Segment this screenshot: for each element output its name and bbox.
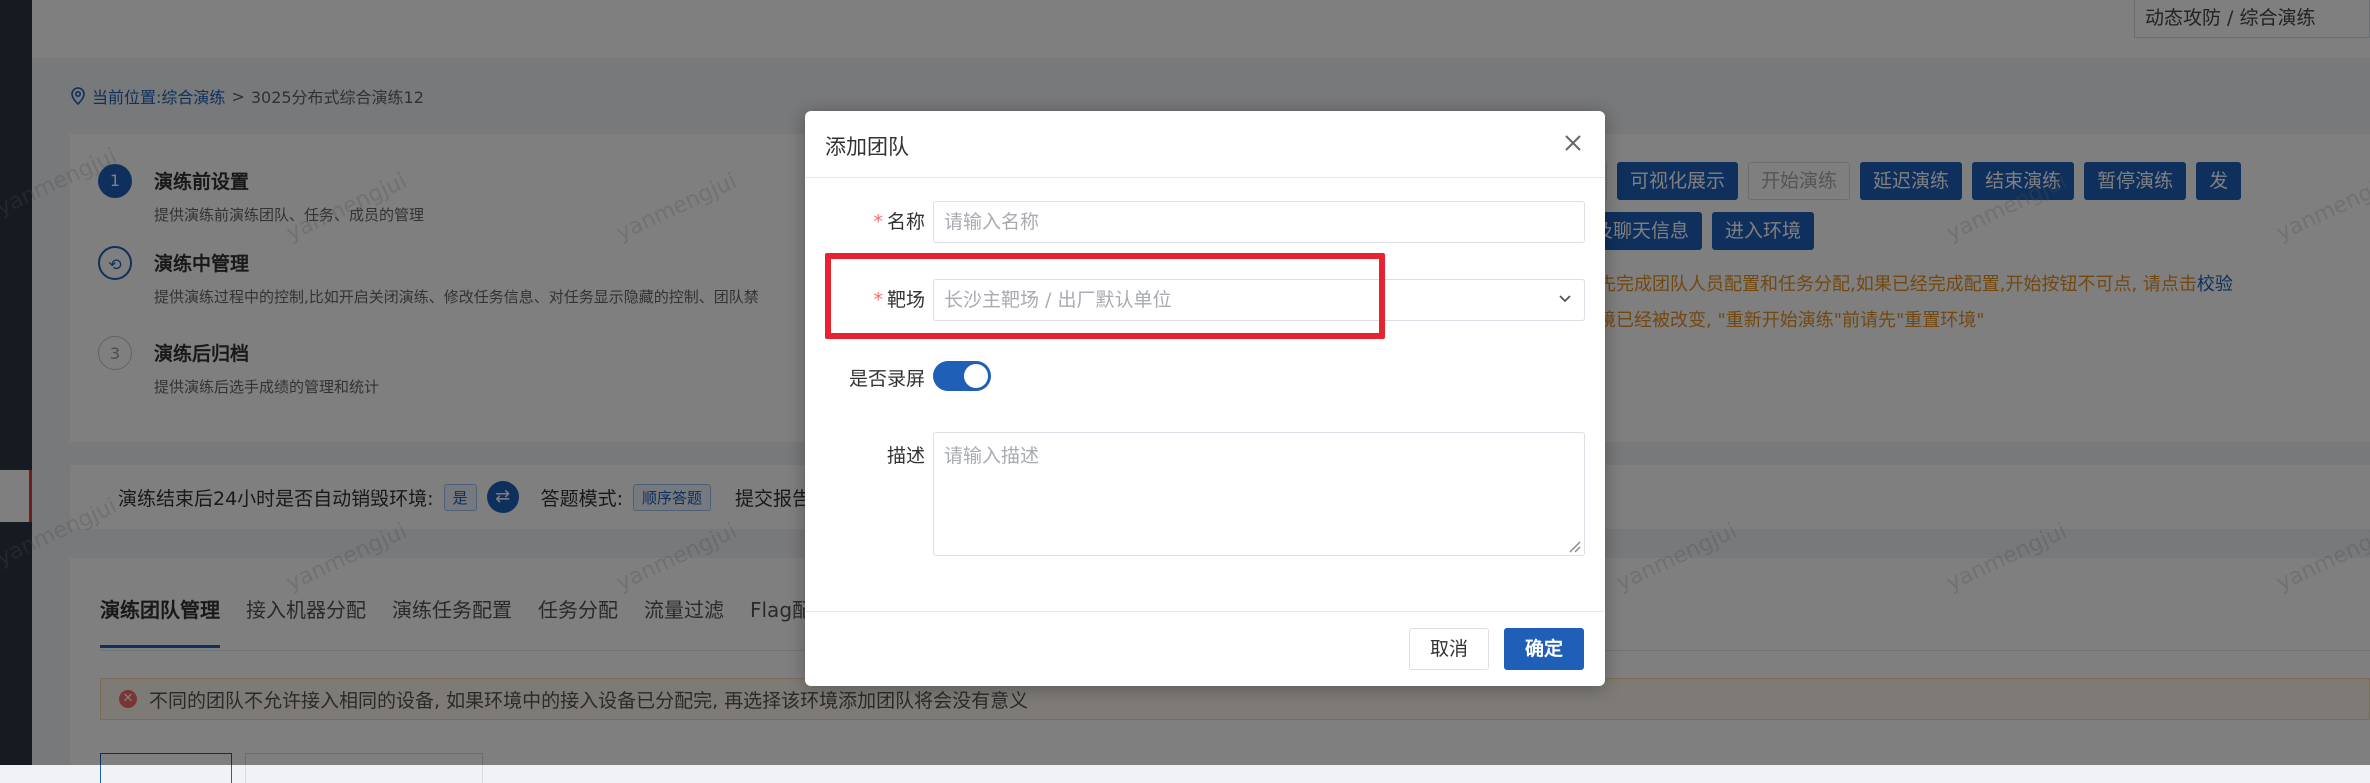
confirm-button[interactable]: 确定 — [1504, 628, 1584, 670]
add-team-dialog: 添加团队 *名称 *靶场 长沙主靶场 / 出厂默认单位 是否录屏 描述 取消 确… — [805, 111, 1605, 686]
name-label: * 名称 — [815, 207, 925, 234]
desc-textarea[interactable] — [933, 432, 1585, 556]
dialog-header: 添加团队 — [805, 111, 1605, 178]
highlight-box — [825, 253, 1385, 339]
name-input[interactable] — [933, 201, 1585, 243]
dialog-footer-divider — [805, 611, 1605, 612]
resize-handle-icon[interactable] — [1567, 539, 1581, 553]
toggle-knob — [964, 364, 988, 388]
cancel-button[interactable]: 取消 — [1409, 628, 1489, 670]
desc-label: 描述 — [886, 445, 925, 467]
name-label-text: 名称 — [886, 211, 925, 233]
dialog-title: 添加团队 — [825, 135, 909, 159]
chevron-down-icon — [1559, 295, 1571, 303]
record-toggle[interactable] — [933, 361, 991, 391]
close-icon[interactable] — [1561, 131, 1585, 155]
required-mark: * — [873, 211, 883, 233]
record-label: 是否录屏 — [848, 368, 925, 390]
